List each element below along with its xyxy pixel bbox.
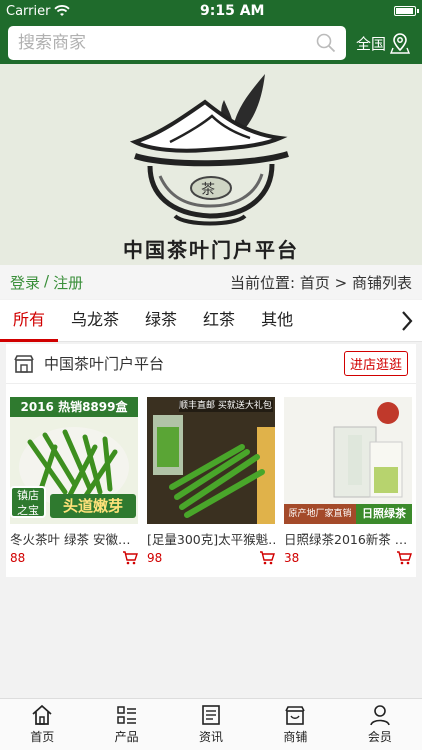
nav-label: 首页 bbox=[30, 730, 55, 744]
search-icon[interactable] bbox=[316, 33, 336, 53]
svg-text:茶: 茶 bbox=[201, 182, 215, 198]
clock: 9:15 AM bbox=[200, 3, 265, 19]
store-name[interactable]: 中国茶叶门户平台 bbox=[44, 353, 344, 374]
banner-title: 中国茶叶门户平台 bbox=[123, 238, 299, 262]
nav-item-shops[interactable]: 商铺 bbox=[253, 699, 337, 750]
top-bar: Carrier 9:15 AM 全国 bbox=[0, 0, 422, 64]
carrier-label: Carrier bbox=[6, 3, 51, 19]
shop-icon bbox=[285, 706, 306, 725]
product-price: 98 bbox=[147, 551, 163, 565]
tab-black-tea[interactable]: 红茶 bbox=[190, 300, 248, 342]
monkey-king-tea-image bbox=[147, 397, 275, 524]
breadcrumb-home[interactable]: 首页 bbox=[300, 274, 330, 292]
product-card[interactable]: 顺丰直邮 买就送大礼包 [足量300克]太平猴魁… 98 bbox=[147, 397, 275, 565]
product-image[interactable]: 顺丰直邮 买就送大礼包 bbox=[147, 397, 275, 524]
product-name[interactable]: 冬火茶叶 绿茶 安徽… bbox=[10, 529, 138, 548]
search-input[interactable] bbox=[18, 33, 316, 53]
user-icon bbox=[370, 705, 390, 726]
cart-icon[interactable] bbox=[122, 551, 138, 565]
store-card: 中国茶叶门户平台 进店逛逛 2016 热销8899盒 镇店之宝 头道嫩芽 冬火茶… bbox=[6, 344, 416, 577]
product-price: 38 bbox=[284, 551, 300, 565]
category-tabs: 所有 乌龙茶 绿茶 红茶 其他 bbox=[0, 300, 422, 342]
product-image-bottom-label: 头道嫩芽 bbox=[50, 494, 136, 518]
product-image[interactable]: 2016 热销8899盒 镇店之宝 头道嫩芽 bbox=[10, 397, 138, 524]
news-icon bbox=[202, 705, 220, 725]
nav-item-news[interactable]: 资讯 bbox=[169, 699, 253, 750]
product-image-bottom-right-label: 日照绿茶 bbox=[356, 504, 412, 524]
nav-item-home[interactable]: 首页 bbox=[0, 699, 84, 750]
nav-label: 会员 bbox=[367, 730, 392, 744]
breadcrumb-prefix: 当前位置: bbox=[229, 273, 296, 292]
search-box[interactable] bbox=[8, 26, 346, 60]
tab-oolong[interactable]: 乌龙茶 bbox=[58, 300, 132, 342]
breadcrumb-current: 商铺列表 bbox=[351, 273, 412, 292]
product-image-bottom-left-label: 原产地厂家直销 bbox=[284, 504, 356, 524]
city-selector[interactable]: 全国 bbox=[356, 32, 411, 54]
product-list: 2016 热销8899盒 镇店之宝 头道嫩芽 冬火茶叶 绿茶 安徽… 88 顺丰… bbox=[6, 384, 416, 565]
visit-store-button[interactable]: 进店逛逛 bbox=[343, 351, 408, 376]
product-image-badge: 镇店之宝 bbox=[10, 486, 46, 518]
list-icon bbox=[116, 706, 136, 724]
wifi-icon bbox=[54, 5, 71, 16]
tab-other[interactable]: 其他 bbox=[248, 300, 306, 342]
nav-label: 产品 bbox=[114, 730, 139, 744]
chevron-right-icon[interactable] bbox=[400, 310, 414, 332]
breadcrumb-separator: > bbox=[334, 273, 348, 292]
store-header: 中国茶叶门户平台 进店逛逛 bbox=[6, 344, 416, 384]
auth-separator: / bbox=[44, 271, 50, 290]
banner[interactable]: 茶 中国茶叶门户平台 bbox=[0, 64, 422, 265]
shop-icon bbox=[14, 354, 34, 373]
cart-icon[interactable] bbox=[396, 551, 412, 565]
nav-label: 商铺 bbox=[283, 730, 308, 744]
register-link[interactable]: 注册 bbox=[53, 272, 83, 293]
status-bar: Carrier 9:15 AM bbox=[0, 0, 422, 22]
bottom-nav: 首页 产品 资讯 商铺 会员 bbox=[0, 698, 422, 750]
cart-icon[interactable] bbox=[259, 551, 275, 565]
city-label: 全国 bbox=[356, 34, 387, 53]
product-card[interactable]: 2016 热销8899盒 镇店之宝 头道嫩芽 冬火茶叶 绿茶 安徽… 88 bbox=[10, 397, 138, 565]
nav-item-products[interactable]: 产品 bbox=[84, 699, 168, 750]
home-icon bbox=[32, 704, 52, 725]
tab-all[interactable]: 所有 bbox=[0, 300, 59, 342]
tab-green-tea[interactable]: 绿茶 bbox=[132, 300, 190, 342]
product-image-top-label: 顺丰直邮 买就送大礼包 bbox=[179, 400, 273, 412]
product-card[interactable]: 原产地厂家直销 日照绿茶 日照绿茶2016新茶 … 38 bbox=[284, 397, 412, 565]
nav-item-member[interactable]: 会员 bbox=[338, 699, 422, 750]
location-pin-icon bbox=[390, 33, 411, 54]
battery-icon bbox=[394, 6, 419, 16]
login-breadcrumb-row: 登录 / 注册 当前位置: 首页 > 商铺列表 bbox=[0, 265, 422, 299]
product-price: 88 bbox=[10, 551, 26, 565]
login-link[interactable]: 登录 bbox=[10, 272, 40, 293]
breadcrumb: 当前位置: 首页 > 商铺列表 bbox=[230, 272, 412, 293]
nav-label: 资讯 bbox=[199, 730, 224, 744]
product-image[interactable]: 原产地厂家直销 日照绿茶 bbox=[284, 397, 412, 524]
product-name[interactable]: 日照绿茶2016新茶 … bbox=[284, 529, 412, 548]
product-name[interactable]: [足量300克]太平猴魁… bbox=[147, 529, 275, 548]
